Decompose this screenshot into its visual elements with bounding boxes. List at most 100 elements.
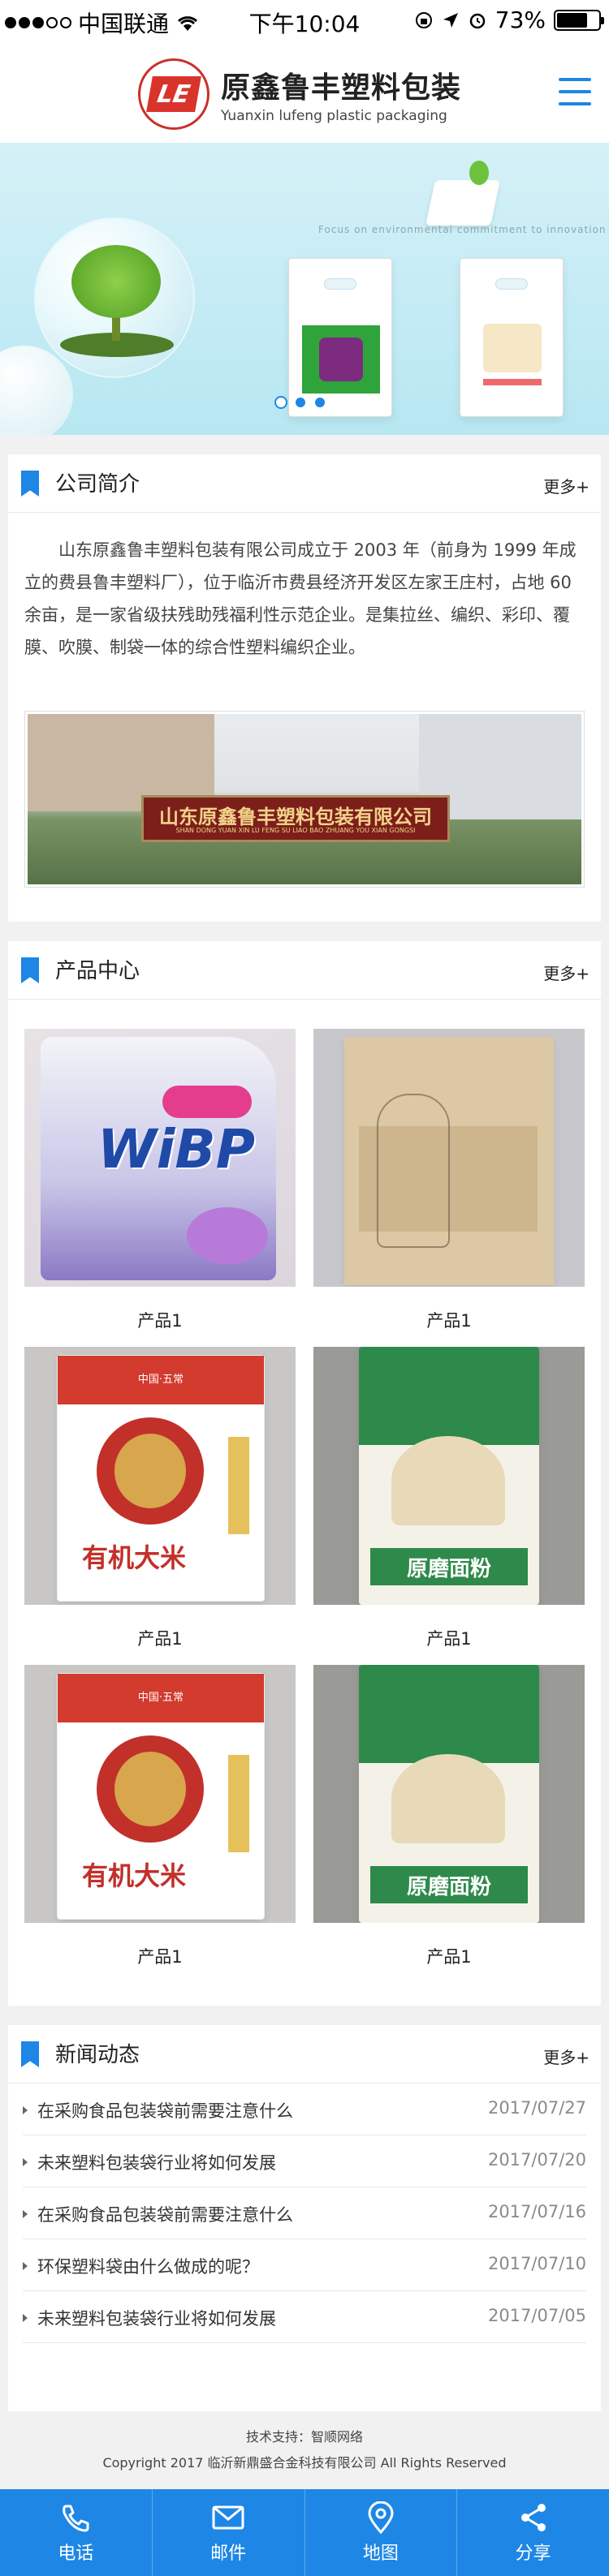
more-link[interactable]: 更多+ (543, 474, 590, 497)
tab-label: 地图 (362, 2543, 399, 2564)
section-title: 产品中心 (55, 959, 140, 983)
product-image[interactable]: 中国·五常 有机大米 (24, 1665, 296, 1923)
status-right: 73% (414, 6, 604, 33)
caret-right-icon (23, 2158, 28, 2166)
product-card[interactable]: 原磨面粉产品1 (313, 1665, 585, 1968)
section-title: 公司简介 (55, 472, 140, 497)
map-pin-icon (368, 2501, 394, 2534)
pack-text: 有机大米 (82, 1860, 187, 1891)
bag-image-owl (460, 258, 564, 417)
tab-mail[interactable]: 邮件 (153, 2489, 305, 2576)
product-card[interactable]: 原磨面粉产品1 (313, 1347, 585, 1650)
about-text: 山东原鑫鲁丰塑料包装有限公司成立于 2003 年（前身为 1999 年成立的费县… (24, 540, 577, 657)
hero-banner[interactable]: Focus on environmental commitment to inn… (0, 143, 609, 435)
product-name[interactable]: 产品1 (24, 1626, 296, 1650)
products-section: 产品中心 更多+ WiBP 产品1 产品1 中国·五常 有机大米 产品1 原磨面粉 产品1 中国… (8, 941, 601, 2006)
tab-phone[interactable]: 电话 (0, 2489, 153, 2576)
mail-icon (212, 2505, 244, 2529)
product-image[interactable]: 中国·五常 有机大米 (24, 1347, 296, 1605)
bookmark-icon (21, 957, 39, 983)
banner-pager[interactable] (274, 396, 326, 409)
news-title[interactable]: 在采购食品包装袋前需要注意什么 (37, 2098, 293, 2122)
news-item[interactable]: 未来塑料包装袋行业将如何发展 2017/07/05 (23, 2291, 586, 2343)
logo-emblem: LE (138, 58, 209, 130)
news-title[interactable]: 环保塑料袋由什么做成的呢？ (37, 2254, 259, 2278)
battery-level (557, 12, 587, 28)
news-item[interactable]: 环保塑料袋由什么做成的呢？ 2017/07/10 (23, 2239, 586, 2291)
site-footer: 技术支持：智顺网络 Copyright 2017 临沂新鼎盛合金科技有限公司 A… (0, 2411, 609, 2489)
about-header: 公司简介 更多+ (8, 454, 601, 513)
tab-map[interactable]: 地图 (305, 2489, 458, 2576)
logo-mark: LE (146, 76, 201, 112)
status-bar: 中国联通 下午10:04 73% (0, 0, 609, 42)
battery-icon (554, 9, 604, 31)
bookmark-icon (21, 2041, 39, 2067)
news-title[interactable]: 未来塑料包装袋行业将如何发展 (37, 2150, 276, 2174)
news-section: 新闻动态 更多+ 在采购食品包装袋前需要注意什么 2017/07/27 未来塑料包装… (8, 2025, 601, 2411)
product-image[interactable]: 原磨面粉 (313, 1347, 585, 1605)
product-image[interactable]: 原磨面粉 (313, 1665, 585, 1923)
brand-name: 原鑫鲁丰塑料包装 (221, 71, 462, 105)
box-image (425, 180, 500, 226)
news-item[interactable]: 在采购食品包装袋前需要注意什么 2017/07/27 (23, 2084, 586, 2135)
company-sign: 山东原鑫鲁丰塑料包装有限公司 SHAN DONG YUAN XIN LU FEN… (141, 795, 450, 842)
battery-percent: 73% (495, 6, 546, 33)
tab-share[interactable]: 分享 (457, 2489, 609, 2576)
caret-right-icon (23, 2262, 28, 2270)
pager-dot[interactable] (274, 396, 287, 409)
sign-text: 山东原鑫鲁丰塑料包装有限公司 (159, 805, 432, 828)
product-card[interactable]: WiBP 产品1 (24, 1029, 296, 1332)
caret-right-icon (23, 2210, 28, 2218)
news-date: 2017/07/05 (487, 2306, 586, 2325)
news-header: 新闻动态 更多+ (8, 2025, 601, 2084)
bottom-tabbar: 电话 邮件 地图 分享 (0, 2489, 609, 2576)
menu-icon[interactable] (559, 78, 591, 105)
product-card[interactable]: 中国·五常 有机大米产品1 (24, 1347, 296, 1650)
alarm-icon (469, 13, 486, 28)
news-date: 2017/07/16 (487, 2202, 586, 2221)
pack-text: 原磨面粉 (370, 1548, 528, 1585)
pack-text: WiBP (97, 1118, 256, 1180)
caret-right-icon (23, 2314, 28, 2322)
banner-tagline: Focus on environmental commitment to inn… (318, 224, 607, 235)
pager-dot[interactable] (313, 396, 326, 409)
bookmark-icon (21, 471, 39, 497)
product-name[interactable]: 产品1 (313, 1944, 585, 1968)
brand-subtitle: Yuanxin lufeng plastic packaging (221, 108, 447, 124)
news-title[interactable]: 在采购食品包装袋前需要注意什么 (37, 2202, 293, 2226)
product-name[interactable]: 产品1 (313, 1308, 585, 1332)
news-item[interactable]: 在采购食品包装袋前需要注意什么 2017/07/16 (23, 2187, 586, 2239)
news-date: 2017/07/10 (487, 2254, 586, 2273)
phone-icon (63, 2505, 89, 2531)
share-icon (520, 2503, 546, 2531)
product-name[interactable]: 产品1 (313, 1626, 585, 1650)
product-image[interactable] (313, 1029, 585, 1287)
news-item[interactable]: 未来塑料包装袋行业将如何发展 2017/07/20 (23, 2135, 586, 2187)
pack-top-text: 中国·五常 (137, 1374, 184, 1386)
brand-logo[interactable]: LE 原鑫鲁丰塑料包装 Yuanxin lufeng plastic packa… (138, 58, 461, 130)
product-name[interactable]: 产品1 (24, 1308, 296, 1332)
familiprix-logo (302, 325, 380, 393)
news-date: 2017/07/27 (487, 2098, 586, 2118)
product-card[interactable]: 中国·五常 有机大米产品1 (24, 1665, 296, 1968)
tab-label: 分享 (515, 2543, 551, 2564)
news-date: 2017/07/20 (487, 2150, 586, 2170)
product-image[interactable]: WiBP (24, 1029, 296, 1287)
copyright: Copyright 2017 临沂新鼎盛合金科技有限公司 All Rights … (102, 2455, 507, 2471)
brand-text: 原鑫鲁丰塑料包装 Yuanxin lufeng plastic packagin… (221, 64, 461, 124)
product-card[interactable]: 产品1 (313, 1029, 585, 1332)
caret-right-icon (23, 2106, 28, 2114)
pack-text: 原磨面粉 (370, 1866, 528, 1903)
tab-label: 邮件 (210, 2543, 247, 2564)
section-title: 新闻动态 (55, 2043, 140, 2067)
more-link[interactable]: 更多+ (543, 2045, 590, 2068)
tech-support: 技术支持：智顺网络 (245, 2429, 363, 2445)
pager-dot[interactable] (294, 396, 307, 409)
sign-pinyin: SHAN DONG YUAN XIN LU FENG SU LIAO BAO Z… (175, 827, 416, 834)
news-list: 在采购食品包装袋前需要注意什么 2017/07/27 未来塑料包装袋行业将如何发展 2… (23, 2084, 586, 2343)
product-name[interactable]: 产品1 (24, 1944, 296, 1968)
news-title[interactable]: 未来塑料包装袋行业将如何发展 (37, 2306, 276, 2330)
more-link[interactable]: 更多+ (543, 961, 590, 984)
company-photo: 山东原鑫鲁丰塑料包装有限公司 SHAN DONG YUAN XIN LU FEN… (24, 711, 585, 888)
owl-logo (483, 324, 542, 372)
